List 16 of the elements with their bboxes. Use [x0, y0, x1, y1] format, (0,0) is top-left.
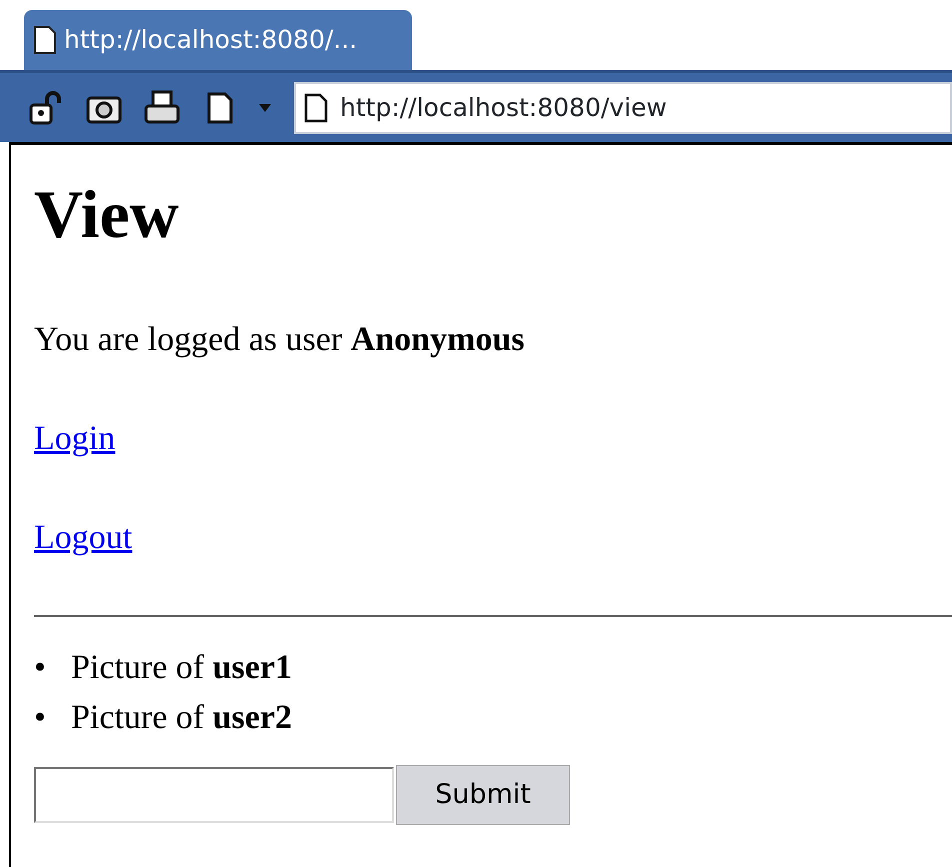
address-field[interactable]: http://localhost:8080/view: [294, 82, 952, 134]
text-input-field[interactable]: [34, 767, 394, 824]
tab-title: http://localhost:8080/...: [64, 24, 358, 56]
address-text: http://localhost:8080/view: [340, 92, 667, 124]
page-icon: [34, 26, 56, 54]
picture-list-item: Picture of user1: [71, 648, 292, 688]
page-icon: [304, 92, 328, 122]
submit-button[interactable]: Submit: [396, 765, 570, 826]
nav-link[interactable]: Login: [34, 420, 116, 457]
nav-link[interactable]: Logout: [34, 519, 132, 556]
picture-list-item: Picture of user2: [71, 698, 292, 738]
login-status-text: You are logged as user Anonymous: [34, 320, 526, 360]
bullet-mark: •: [34, 648, 47, 688]
bullet-mark: •: [34, 698, 47, 738]
page-heading: View: [34, 177, 180, 252]
browser-tab[interactable]: http://localhost:8080/...: [24, 10, 412, 70]
